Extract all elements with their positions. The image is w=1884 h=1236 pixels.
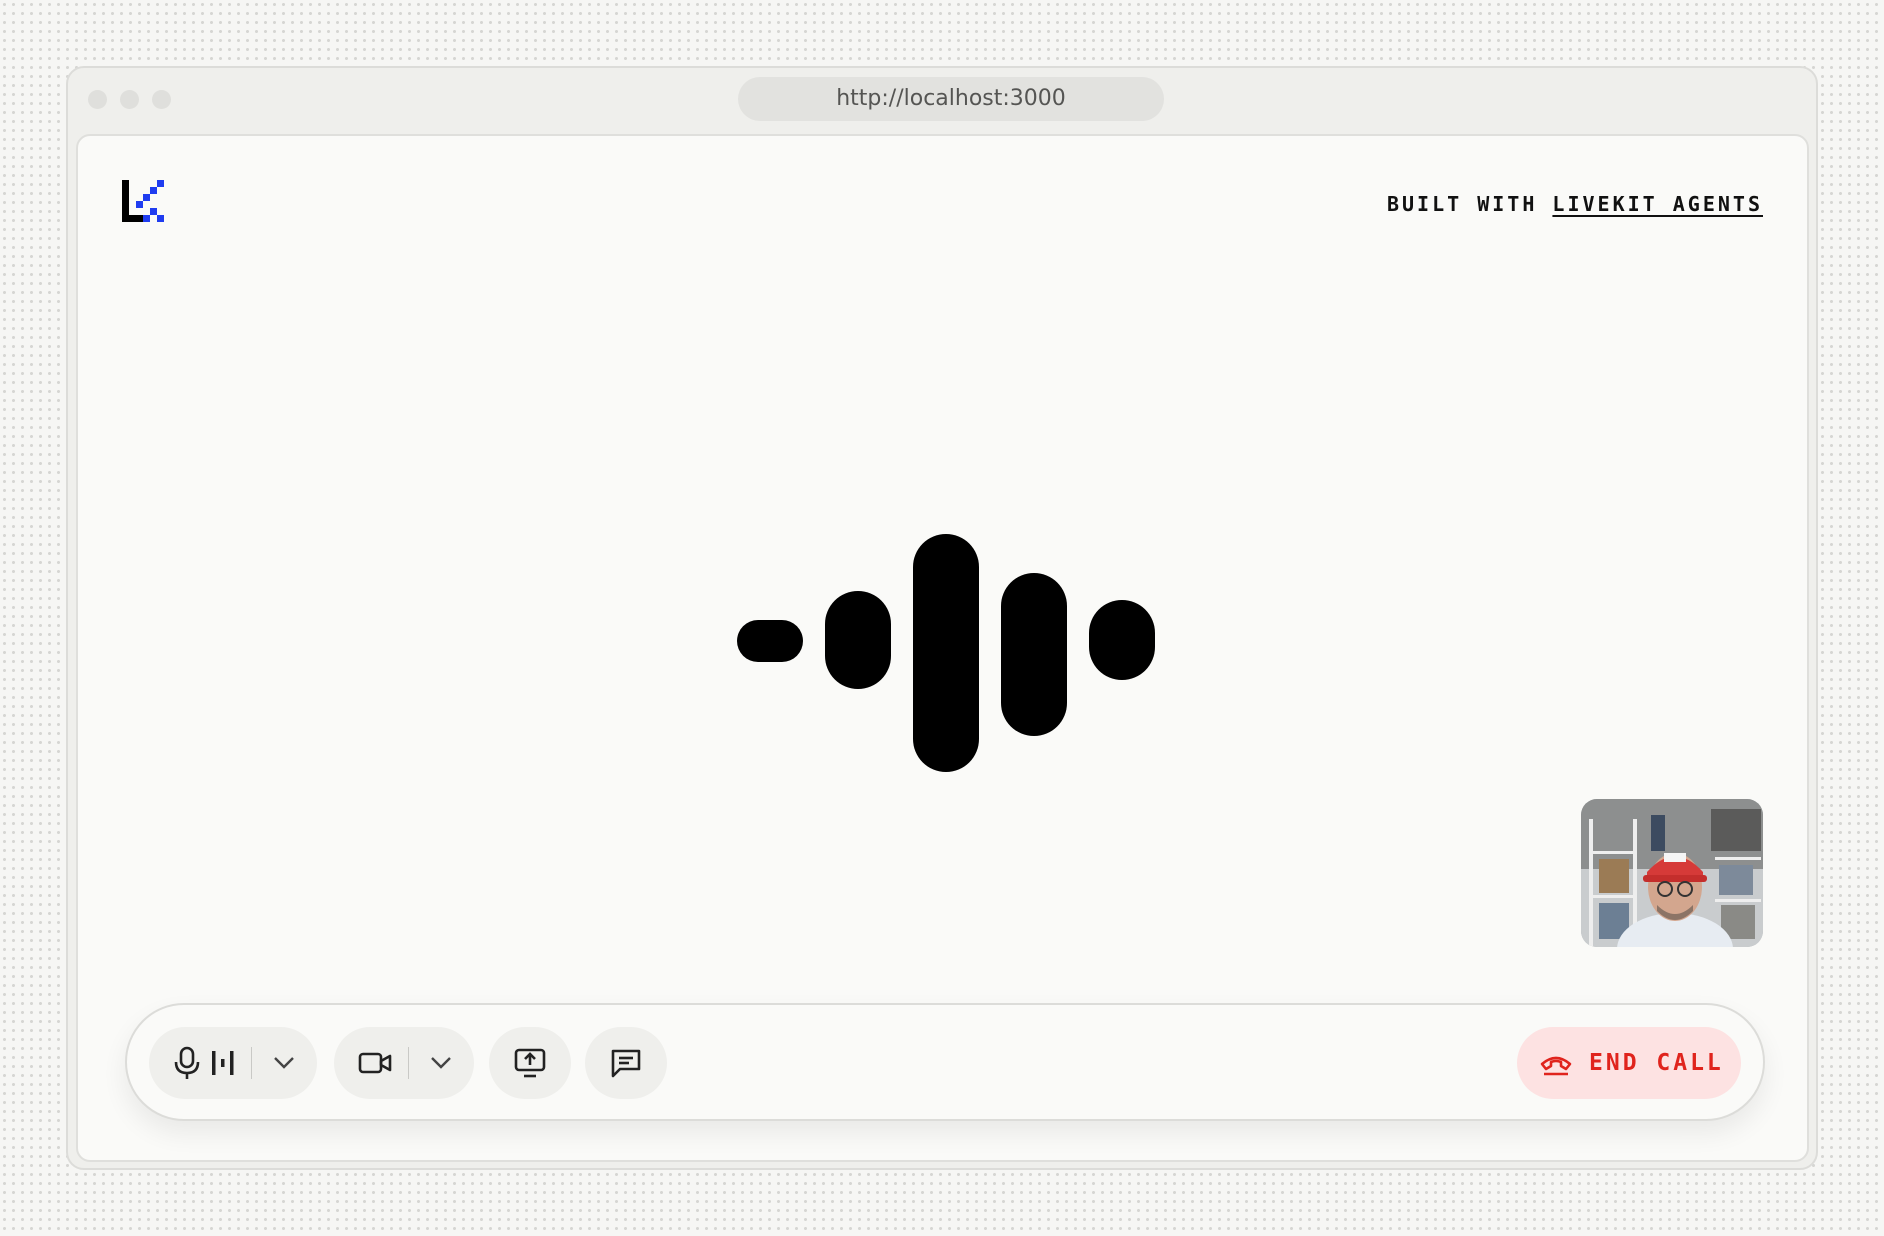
visualizer-bar	[1001, 573, 1067, 736]
camera-control-group	[334, 1027, 474, 1099]
browser-window: http://localhost:3000 BUILT WITH LIVEKIT…	[66, 66, 1818, 1170]
livekit-logo-icon[interactable]	[122, 180, 164, 222]
visualizer-bar	[737, 620, 803, 662]
microphone-control-group	[149, 1027, 317, 1099]
camera-preview-image	[1581, 799, 1763, 947]
end-call-button[interactable]: END CALL	[1517, 1027, 1741, 1099]
group-divider	[251, 1047, 252, 1079]
chevron-down-icon[interactable]	[430, 1056, 452, 1070]
app-content: BUILT WITH LIVEKIT AGENTS END CALL	[76, 134, 1809, 1162]
built-with-prefix: BUILT WITH	[1386, 192, 1538, 216]
chat-icon	[611, 1049, 641, 1078]
chat-toggle-button[interactable]	[585, 1027, 667, 1099]
group-divider	[408, 1047, 409, 1079]
visualizer-bar	[825, 591, 891, 689]
minimize-window-button[interactable]	[120, 90, 139, 109]
screen-share-icon	[514, 1048, 546, 1078]
camera-icon[interactable]	[358, 1051, 392, 1075]
audio-level-icon	[212, 1051, 234, 1075]
livekit-agents-link[interactable]: LIVEKIT AGENTS	[1552, 192, 1763, 216]
screen-share-button[interactable]	[489, 1027, 571, 1099]
visualizer-bar	[1089, 600, 1155, 680]
chevron-down-icon[interactable]	[273, 1056, 295, 1070]
close-window-button[interactable]	[88, 90, 107, 109]
window-controls	[88, 90, 171, 109]
visualizer-bar	[913, 534, 979, 772]
maximize-window-button[interactable]	[152, 90, 171, 109]
local-camera-preview	[1581, 799, 1763, 947]
phone-hangup-icon	[1540, 1056, 1572, 1076]
built-with-text: BUILT WITH LIVEKIT AGENTS	[1387, 192, 1763, 216]
end-call-label: END CALL	[1589, 1050, 1724, 1076]
url-bar[interactable]: http://localhost:3000	[738, 77, 1164, 121]
microphone-icon[interactable]	[173, 1046, 201, 1080]
call-control-bar: END CALL	[125, 1003, 1765, 1121]
